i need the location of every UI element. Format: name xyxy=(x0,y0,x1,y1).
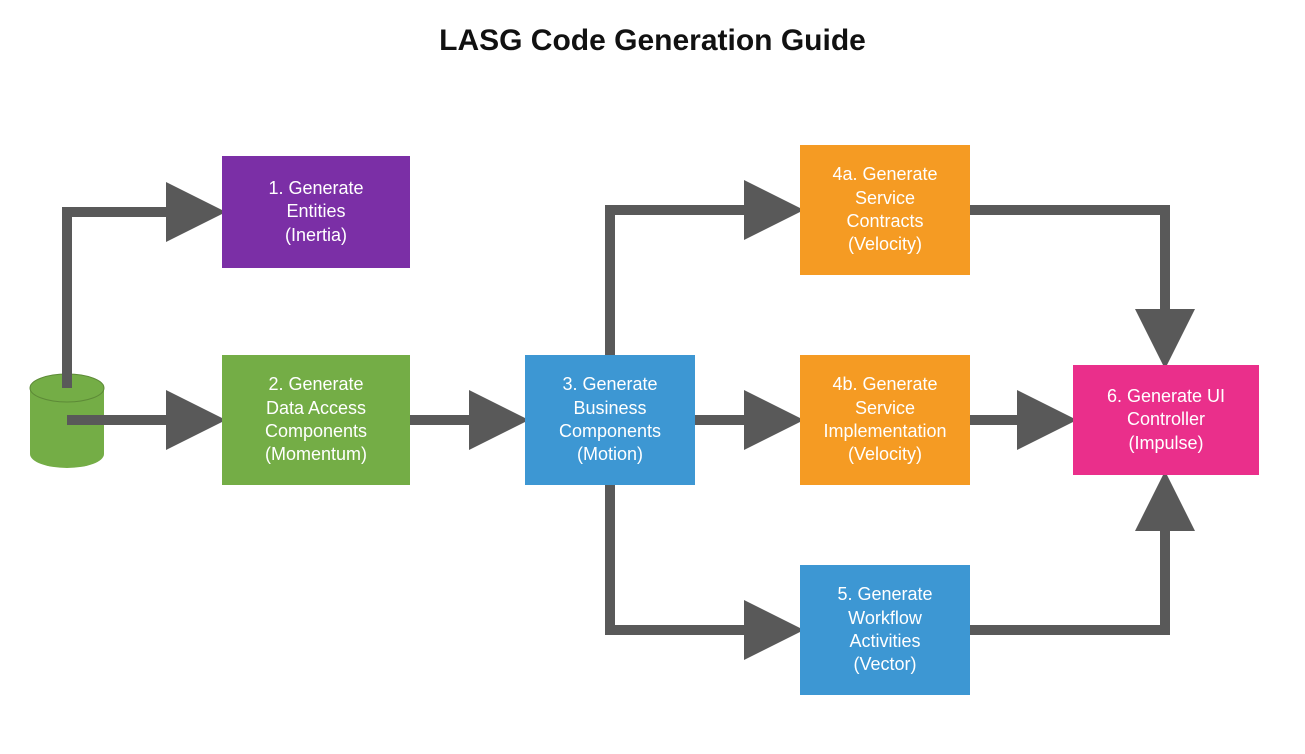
node-n4b: 4b. Generate Service Implementation (Vel… xyxy=(800,355,970,485)
diagram-title: LASG Code Generation Guide xyxy=(0,24,1305,58)
flow-arrow xyxy=(610,485,794,630)
flow-arrow xyxy=(970,210,1165,359)
flow-arrow xyxy=(610,210,794,355)
node-n1: 1. Generate Entities (Inertia) xyxy=(222,156,410,268)
node-n4a: 4a. Generate Service Contracts (Velocity… xyxy=(800,145,970,275)
flow-arrow xyxy=(67,212,216,388)
node-n3: 3. Generate Business Components (Motion) xyxy=(525,355,695,485)
node-n2: 2. Generate Data Access Components (Mome… xyxy=(222,355,410,485)
database-icon xyxy=(30,374,104,468)
node-n6: 6. Generate UI Controller (Impulse) xyxy=(1073,365,1259,475)
flow-arrow xyxy=(970,481,1165,630)
node-n5: 5. Generate Workflow Activities (Vector) xyxy=(800,565,970,695)
